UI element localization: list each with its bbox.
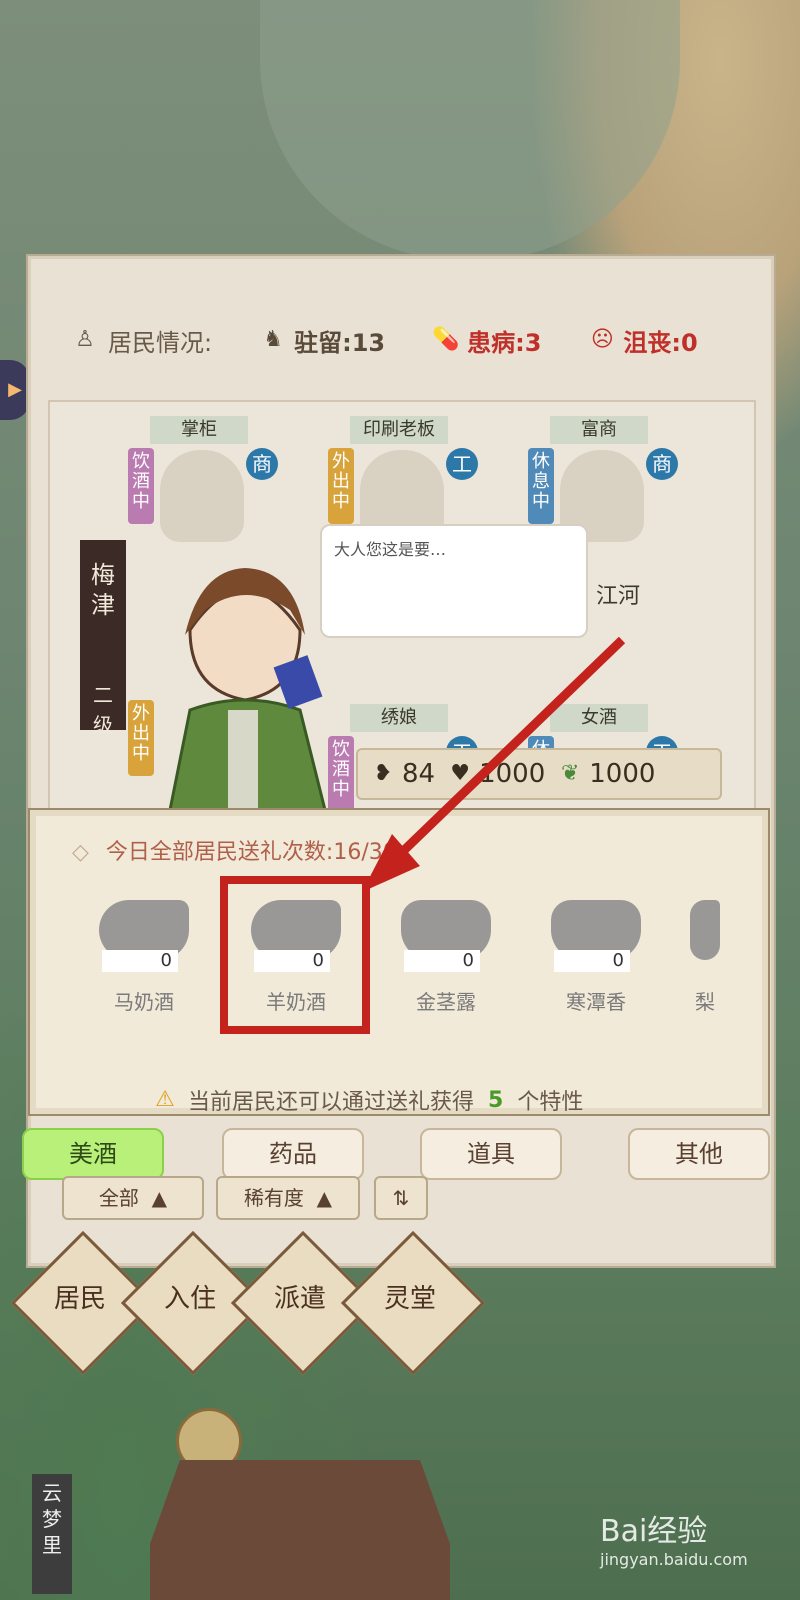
person-icon: ♙ bbox=[75, 327, 95, 352]
card-title: 富商 bbox=[550, 416, 648, 444]
tab-other[interactable]: 其他 bbox=[628, 1128, 770, 1180]
depressed-stat: ☹ 沮丧:0 bbox=[587, 323, 698, 358]
watermark: Bai经验 jingyan.baidu.com bbox=[600, 1514, 748, 1569]
chevron-up-icon: ▲ bbox=[310, 1186, 333, 1210]
item-name: 金茎露 bbox=[416, 990, 476, 1014]
nav-label: 派遣 bbox=[273, 1284, 326, 1314]
resident-character bbox=[168, 568, 327, 810]
item-name: 寒潭香 bbox=[566, 990, 626, 1014]
filter-all-dropdown[interactable]: 全部 ▲ bbox=[62, 1176, 204, 1220]
bottle-icon bbox=[690, 900, 720, 960]
item-quantity: 0 bbox=[404, 950, 480, 972]
item-quantity: 0 bbox=[554, 950, 630, 972]
gift-item[interactable]: 0 金茎露 bbox=[386, 900, 506, 1015]
item-name: 梨 bbox=[695, 990, 715, 1014]
card-title: 掌柜 bbox=[150, 416, 248, 444]
card-type-badge: 工 bbox=[446, 448, 478, 480]
gift-item[interactable]: 0 寒潭香 bbox=[536, 900, 656, 1015]
sad-face-icon: ☹ bbox=[590, 327, 614, 352]
leaf-icon: ❦ bbox=[561, 761, 580, 786]
heart-icon: ♥ bbox=[450, 761, 470, 786]
heart-broken-icon: ❥ bbox=[373, 761, 393, 786]
card-status: 外出中 bbox=[328, 448, 354, 524]
item-name: 马奶酒 bbox=[114, 990, 174, 1014]
resource-favor: ❥ 84 bbox=[368, 759, 435, 789]
item-quantity: 0 bbox=[102, 950, 178, 972]
resident-stats-label: ♙ 居民情况: bbox=[70, 323, 212, 358]
tab-medicine[interactable]: 药品 bbox=[222, 1128, 364, 1180]
card-title: 绣娘 bbox=[350, 704, 448, 732]
sick-stat: 💊 患病:3 bbox=[432, 327, 542, 357]
location-sign: 云梦里 bbox=[32, 1474, 72, 1594]
building-roof[interactable] bbox=[150, 1460, 450, 1600]
horse-icon: ♞ bbox=[263, 327, 283, 352]
nav-label: 灵堂 bbox=[383, 1284, 436, 1314]
sort-toggle-button[interactable]: ⇅ bbox=[374, 1176, 428, 1220]
resource-heart: ♥ 1000 bbox=[445, 759, 545, 789]
nav-label: 入住 bbox=[163, 1284, 216, 1314]
exclamation-icon: ⚠ bbox=[155, 1087, 175, 1112]
resource-bar: ❥ 84 ♥ 1000 ❦ 1000 bbox=[356, 748, 722, 800]
gift-count-header: ◇ 今日全部居民送礼次数:16/30 bbox=[72, 840, 397, 865]
nav-label: 居民 bbox=[53, 1284, 106, 1314]
speech-bubble: 大人您这是要… bbox=[320, 524, 588, 638]
trait-tip: ⚠ 当前居民还可以通过送礼获得 5 个特性 bbox=[150, 1084, 670, 1116]
resident-stats-bar: ♙ 居民情况: ♞ 驻留:13 💊 患病:3 ☹ 沮丧:0 bbox=[30, 300, 765, 380]
portrait bbox=[160, 450, 244, 542]
tab-tools[interactable]: 道具 bbox=[420, 1128, 562, 1180]
card-title: 印刷老板 bbox=[350, 416, 448, 444]
card-status: 休息中 bbox=[528, 448, 554, 524]
chevron-up-icon: ▲ bbox=[145, 1186, 168, 1210]
card-title: 女酒 bbox=[550, 704, 648, 732]
partial-resident-name: 江河 bbox=[596, 584, 641, 609]
filter-rarity-dropdown[interactable]: 稀有度 ▲ bbox=[216, 1176, 360, 1220]
resource-leaf: ❦ 1000 bbox=[555, 759, 655, 789]
tab-wine[interactable]: 美酒 bbox=[22, 1128, 164, 1180]
card-status: 饮酒中 bbox=[128, 448, 154, 524]
gift-item[interactable]: 0 马奶酒 bbox=[84, 900, 204, 1015]
resident-name-ribbon: 梅津 二级 bbox=[80, 540, 126, 737]
stationed-stat: ♞ 驻留:13 bbox=[258, 323, 385, 358]
gift-item[interactable]: 梨 bbox=[680, 900, 730, 1015]
card-type-badge: 商 bbox=[646, 448, 678, 480]
pill-icon: 💊 bbox=[432, 327, 460, 352]
diamond-icon: ◇ bbox=[72, 840, 89, 865]
sort-icon: ⇅ bbox=[392, 1186, 410, 1210]
card-type-badge: 商 bbox=[246, 448, 278, 480]
highlight-box bbox=[220, 876, 370, 1034]
